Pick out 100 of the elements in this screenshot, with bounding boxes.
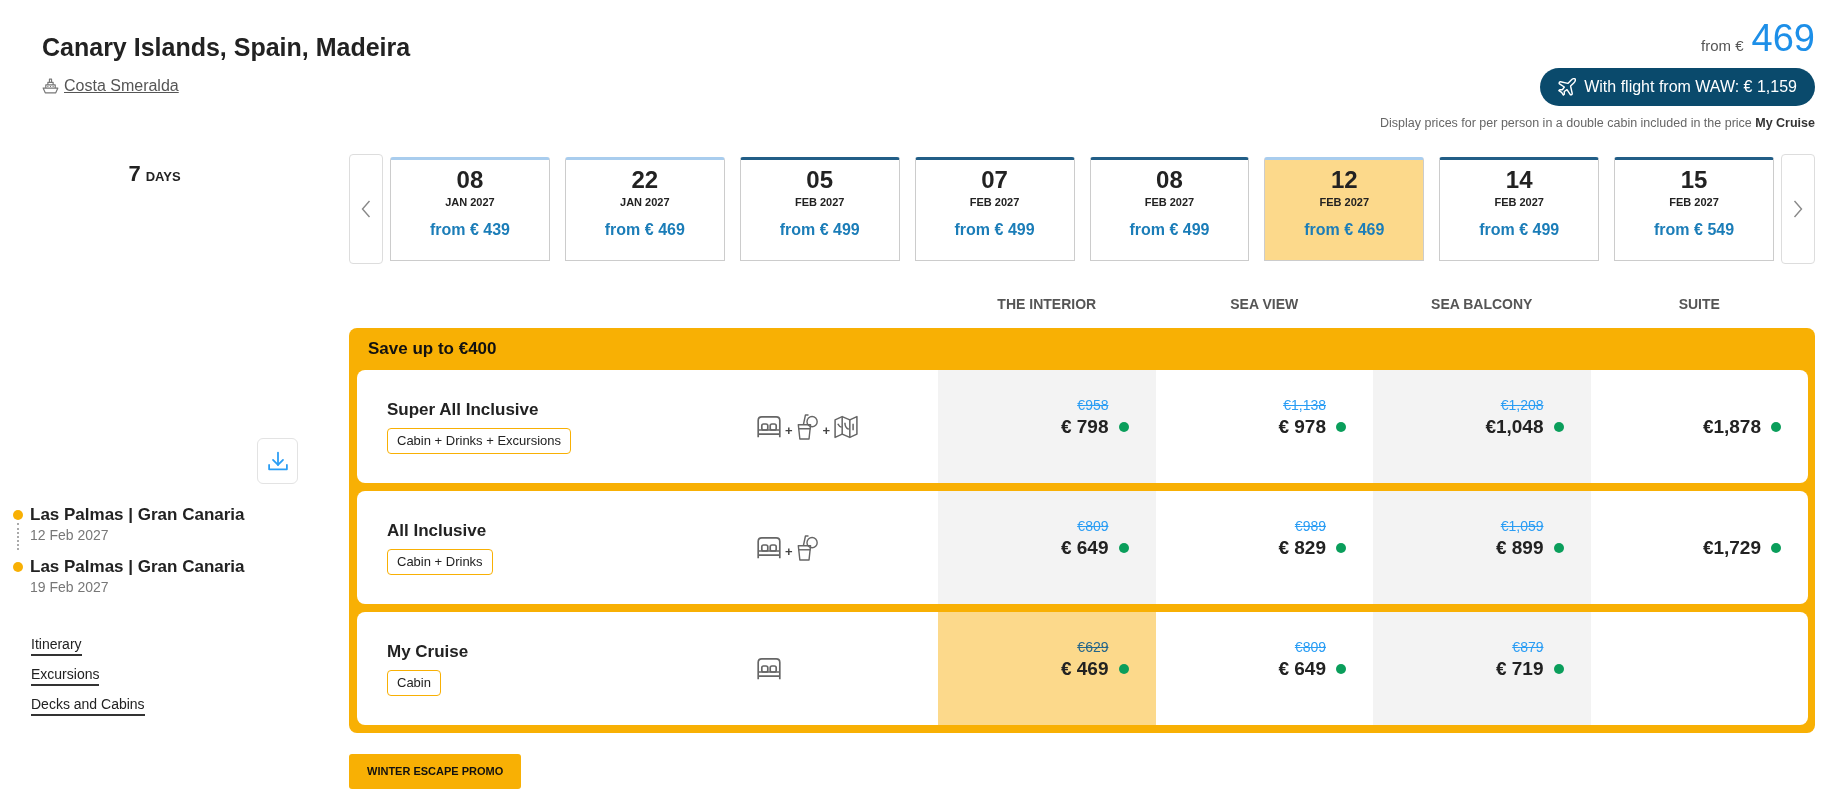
- date-card[interactable]: 07 FEB 2027 from € 499: [914, 157, 1075, 261]
- date-day: 12: [1330, 167, 1358, 193]
- date-day: 07: [981, 167, 1008, 193]
- duration-number: 7: [128, 161, 141, 186]
- price-cell[interactable]: €1,878: [1590, 370, 1808, 483]
- date-price: from € 499: [1479, 220, 1560, 240]
- download-icon: [267, 451, 288, 471]
- date-price: from € 549: [1654, 220, 1735, 240]
- old-price: €1,138: [1283, 395, 1326, 414]
- price-cell[interactable]: €1,059 € 899: [1373, 491, 1591, 604]
- stop-dot-icon: [13, 562, 23, 572]
- duration-unit: DAYS: [145, 169, 181, 184]
- price-prefix: from €: [1701, 36, 1744, 56]
- old-price: €629: [1077, 637, 1109, 656]
- price-cell[interactable]: €1,729: [1590, 491, 1808, 604]
- package-tag: Cabin: [387, 670, 441, 696]
- date-price: from € 469: [604, 220, 685, 240]
- date-price: from € 499: [954, 220, 1035, 240]
- section-link[interactable]: Excursions: [31, 664, 100, 686]
- price-amount: 469: [1751, 16, 1815, 60]
- port-date: 12 Feb 2027: [30, 526, 110, 544]
- current-price: €1,729: [1702, 535, 1761, 560]
- price-cell[interactable]: €989 € 829: [1155, 491, 1373, 604]
- status-dot-icon: [1336, 542, 1346, 553]
- next-button[interactable]: [1781, 154, 1815, 264]
- old-price: €1,208: [1500, 395, 1544, 414]
- current-price: € 798: [1060, 414, 1109, 439]
- flight-button[interactable]: With flight from WAW: € 1,159: [1540, 68, 1815, 106]
- status-dot-icon: [1553, 663, 1564, 674]
- date-day: 15: [1680, 167, 1708, 193]
- date-price: from € 499: [1129, 220, 1210, 240]
- old-price: €879: [1512, 637, 1544, 656]
- package-name: All Inclusive: [387, 520, 487, 542]
- date-card[interactable]: 08 FEB 2027 from € 499: [1089, 157, 1250, 261]
- cabin-header: THE INTERIOR: [997, 294, 1097, 314]
- old-price: €989: [1294, 516, 1326, 535]
- previous-button[interactable]: [349, 154, 383, 264]
- port-date: 19 Feb 2027: [30, 578, 110, 596]
- date-card[interactable]: 14 FEB 2027 from € 499: [1439, 157, 1600, 261]
- package-name: My Cruise: [387, 641, 469, 663]
- date-month: FEB 2027: [1144, 195, 1195, 209]
- current-price: €1,878: [1702, 414, 1761, 439]
- date-day: 08: [1156, 167, 1183, 193]
- date-month: FEB 2027: [1669, 195, 1719, 209]
- date-day: 05: [806, 167, 834, 193]
- status-dot-icon: [1118, 663, 1129, 674]
- price-cell[interactable]: €629 € 469: [938, 612, 1156, 725]
- price-cell[interactable]: €809 € 649: [938, 491, 1156, 604]
- date-price: from € 499: [779, 220, 860, 240]
- status-dot-icon: [1336, 663, 1346, 674]
- bed-icon: [757, 414, 781, 439]
- cabin-header: SEA BALCONY: [1431, 294, 1533, 314]
- status-dot-icon: [1771, 421, 1781, 432]
- stop-dot-icon: [13, 510, 23, 520]
- date-day: 14: [1505, 167, 1533, 193]
- price-cell[interactable]: €1,208 €1,048: [1373, 370, 1591, 483]
- current-price: € 978: [1278, 414, 1326, 439]
- status-dot-icon: [1553, 421, 1564, 432]
- date-month: FEB 2027: [1494, 195, 1544, 209]
- date-price: from € 439: [429, 220, 510, 240]
- current-price: € 649: [1060, 535, 1109, 560]
- ship-link[interactable]: Costa Smeralda: [42, 76, 179, 96]
- status-dot-icon: [1118, 421, 1129, 432]
- chevron-left-icon: [361, 200, 371, 218]
- plus-sign: +: [785, 421, 793, 440]
- price-cell[interactable]: €1,138 € 978: [1155, 370, 1373, 483]
- status-dot-icon: [1336, 421, 1346, 432]
- status-dot-icon: [1118, 542, 1129, 553]
- bed-icon: [757, 535, 781, 560]
- cabin-header: SUITE: [1678, 294, 1720, 314]
- old-price: €958: [1077, 395, 1109, 414]
- current-price: € 469: [1060, 656, 1109, 681]
- port-name: Las Palmas | Gran Canaria: [30, 504, 245, 526]
- date-month: FEB 2027: [969, 195, 1020, 209]
- section-link[interactable]: Decks and Cabins: [31, 694, 145, 716]
- bed-icon: [757, 656, 781, 681]
- price-cell[interactable]: €809 € 649: [1155, 612, 1373, 725]
- status-dot-icon: [1553, 542, 1564, 553]
- package-tag: Cabin + Drinks: [387, 549, 493, 575]
- package-name: Super All Inclusive: [387, 399, 539, 421]
- current-price: € 899: [1495, 535, 1544, 560]
- date-month: FEB 2027: [1319, 195, 1370, 209]
- price-note: Display prices for per person in a double cabin included in the price My Cruise: [1380, 115, 1815, 131]
- date-card[interactable]: 15 FEB 2027 from € 549: [1614, 157, 1774, 261]
- chevron-right-icon: [1793, 200, 1803, 218]
- price-cell[interactable]: €958 € 798: [938, 370, 1156, 483]
- date-card[interactable]: 12 FEB 2027 from € 469: [1264, 157, 1425, 261]
- download-button[interactable]: [257, 438, 298, 484]
- offer-title: Save up to €400: [367, 338, 498, 360]
- current-price: € 649: [1278, 656, 1326, 681]
- page-title: Canary Islands, Spain, Madeira: [42, 32, 411, 62]
- promo-button[interactable]: WINTER ESCAPE PROMO: [349, 754, 522, 789]
- date-card[interactable]: 22 JAN 2027 from € 469: [564, 157, 725, 261]
- date-card[interactable]: 05 FEB 2027 from € 499: [739, 157, 900, 261]
- old-price: €809: [1077, 516, 1109, 535]
- price-cell[interactable]: €879 € 719: [1373, 612, 1591, 725]
- date-card[interactable]: 08 JAN 2027 from € 439: [390, 157, 550, 261]
- port-name: Las Palmas | Gran Canaria: [30, 556, 245, 578]
- section-link[interactable]: Itinerary: [31, 634, 82, 656]
- cup-icon: [796, 534, 819, 561]
